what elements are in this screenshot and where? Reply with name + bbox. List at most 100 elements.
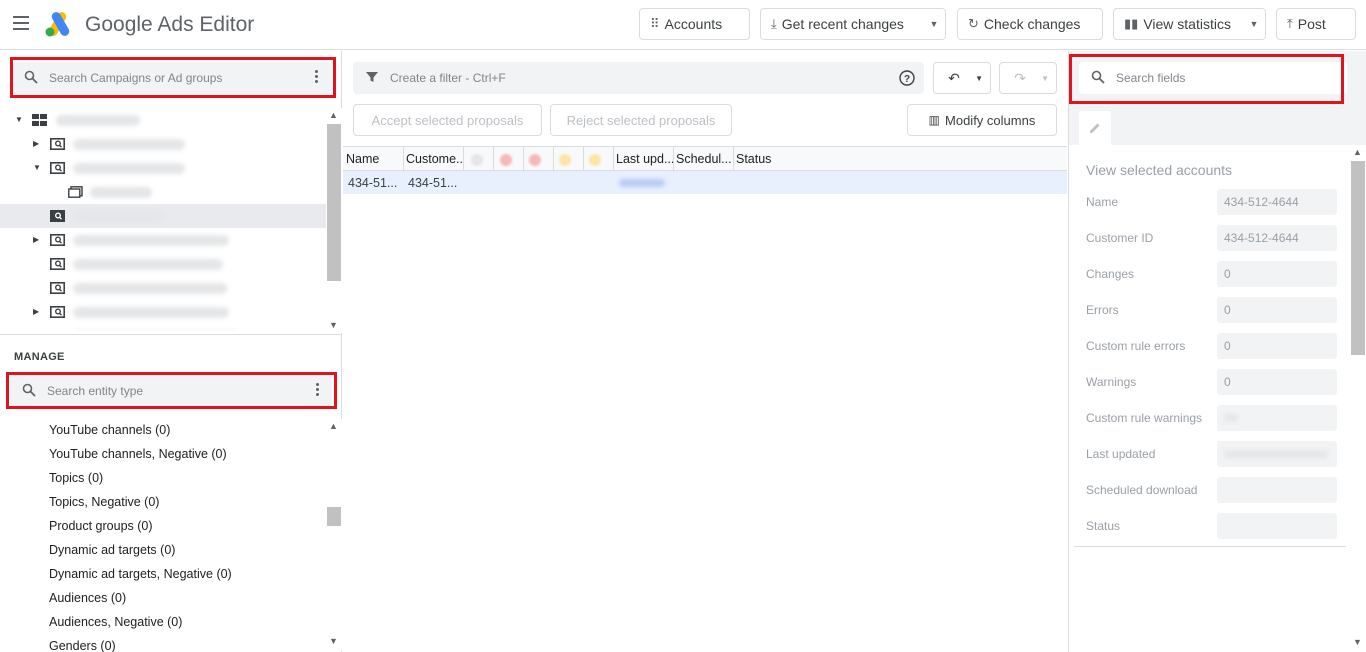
undo-button[interactable]: ↶ ▼ [933,62,991,94]
column-header-scheduled[interactable]: Schedul... [676,152,732,166]
list-item[interactable]: YouTube channels, Negative (0) [49,447,227,461]
top-bar: Google Ads Editor ⠿ Accounts ⤓ Get recen… [0,0,1366,50]
grid-icon: ⠿ [650,16,660,31]
reject-proposals-label: Reject selected proposals [566,112,716,128]
get-recent-changes-button[interactable]: ⤓ Get recent changes ▼ [760,8,946,40]
list-item[interactable]: Product groups (0) [49,519,153,533]
error-dot-icon [500,154,512,166]
grid-header: Name Custome... Last upd... Schedul... S… [343,146,1067,171]
scroll-up-icon[interactable]: ▲ [1353,147,1362,157]
chevron-down-icon[interactable]: ▼ [975,74,983,83]
menu-icon[interactable] [13,16,29,30]
scroll-up-icon[interactable]: ▲ [329,421,338,431]
edit-tab[interactable] [1079,111,1111,145]
chevron-down-icon[interactable]: ▼ [923,9,945,39]
blurred-text [73,211,163,222]
campaign-search-icon [50,282,65,294]
scroll-down-icon[interactable]: ▼ [329,320,338,330]
column-header-status[interactable]: Status [736,152,796,166]
field-value[interactable]: 0 [1217,297,1337,323]
column-separator[interactable] [493,147,494,171]
scroll-thumb[interactable] [327,507,341,526]
list-item[interactable]: Audiences (0) [49,591,126,605]
chevron-down-icon[interactable]: ▼ [1243,9,1265,39]
caret-right-icon[interactable]: ▶ [33,235,39,244]
scroll-down-icon[interactable]: ▼ [329,636,338,646]
highlight-box [6,372,337,409]
get-recent-changes-label: Get recent changes [781,16,904,32]
field-value[interactable] [1217,513,1337,539]
table-row[interactable]: 434-51... 434-51... [343,171,1067,194]
accept-proposals-label: Accept selected proposals [371,112,524,128]
scroll-down-icon[interactable]: ▼ [1353,637,1362,647]
tree-row[interactable]: ▶ [0,324,326,330]
field-value[interactable] [1217,405,1337,431]
redo-button[interactable]: ↷ ▼ [999,62,1057,94]
caret-right-icon[interactable]: ▶ [33,139,39,148]
scroll-up-icon[interactable]: ▲ [329,110,338,120]
column-separator[interactable] [613,147,614,171]
tree-row[interactable]: ▼ [0,156,326,180]
tree-row[interactable] [0,204,326,228]
field-label: Customer ID [1086,231,1154,245]
filter-placeholder: Create a filter - Ctrl+F [390,71,506,85]
tree-row[interactable]: ▶ [0,300,326,324]
view-statistics-button[interactable]: ▮▮ View statistics ▼ [1113,8,1266,40]
details-scrollbar[interactable]: ▲ ▼ [1350,145,1366,651]
blurred-text [90,187,152,198]
list-item[interactable]: Topics, Negative (0) [49,495,159,509]
list-item[interactable]: YouTube channels (0) [49,423,170,437]
blurred-text [73,235,229,246]
post-button[interactable]: ⤒ Post [1276,8,1356,40]
column-separator[interactable] [673,147,674,171]
cell-name: 434-51... [348,176,398,190]
tree-row[interactable]: ▶ [0,228,326,252]
caret-down-icon[interactable]: ▼ [15,115,23,124]
accounts-button[interactable]: ⠿ Accounts [639,8,750,40]
reject-proposals-button[interactable]: Reject selected proposals [550,104,732,136]
column-header-name[interactable]: Name [346,152,402,166]
column-separator[interactable] [523,147,524,171]
tree-row[interactable]: ▶ [0,132,326,156]
list-item[interactable]: Dynamic ad targets, Negative (0) [49,567,232,581]
column-separator[interactable] [553,147,554,171]
column-header-customer[interactable]: Custome... [406,152,464,166]
list-item[interactable]: Dynamic ad targets (0) [49,543,175,557]
column-separator[interactable] [403,147,404,171]
blurred-text [619,179,665,187]
field-value[interactable] [1217,441,1337,467]
scroll-thumb[interactable] [1351,161,1365,355]
caret-right-icon[interactable]: ▶ [33,307,39,316]
caret-down-icon[interactable]: ▼ [33,163,41,172]
scroll-thumb[interactable] [327,124,341,281]
tree-scrollbar[interactable]: ▲ ▼ [326,108,342,333]
tree-row[interactable] [0,276,326,300]
column-separator[interactable] [463,147,464,171]
column-separator[interactable] [583,147,584,171]
check-changes-label: Check changes [983,16,1081,32]
field-value[interactable]: 0 [1217,369,1337,395]
help-icon[interactable]: ? [899,70,915,86]
tree-row[interactable] [0,252,326,276]
check-changes-button[interactable]: ↻ Check changes [957,8,1103,40]
field-value[interactable]: 0 [1217,333,1337,359]
column-separator[interactable] [733,147,734,171]
list-item[interactable]: Genders (0) [49,639,116,652]
list-item[interactable]: Topics (0) [49,471,103,485]
filter-input[interactable]: Create a filter - Ctrl+F ? [353,62,924,94]
field-value[interactable]: 434-512-4644 [1217,189,1337,215]
entity-scrollbar[interactable]: ▲ ▼ [326,419,342,650]
list-item[interactable]: Audiences, Negative (0) [49,615,182,629]
field-value[interactable]: 434-512-4644 [1217,225,1337,251]
modify-columns-button[interactable]: ▥ Modify columns [907,104,1057,136]
chevron-down-icon[interactable]: ▼ [1041,74,1049,83]
field-value[interactable]: 0 [1217,261,1337,287]
tree-row[interactable]: ▼ [0,108,326,132]
column-header-last-updated[interactable]: Last upd... [616,152,674,166]
tree-row[interactable] [0,180,326,204]
field-value[interactable] [1217,477,1337,503]
highlight-box [10,57,336,98]
blurred-text [73,163,185,174]
accept-proposals-button[interactable]: Accept selected proposals [353,104,542,136]
google-ads-logo [45,12,70,37]
